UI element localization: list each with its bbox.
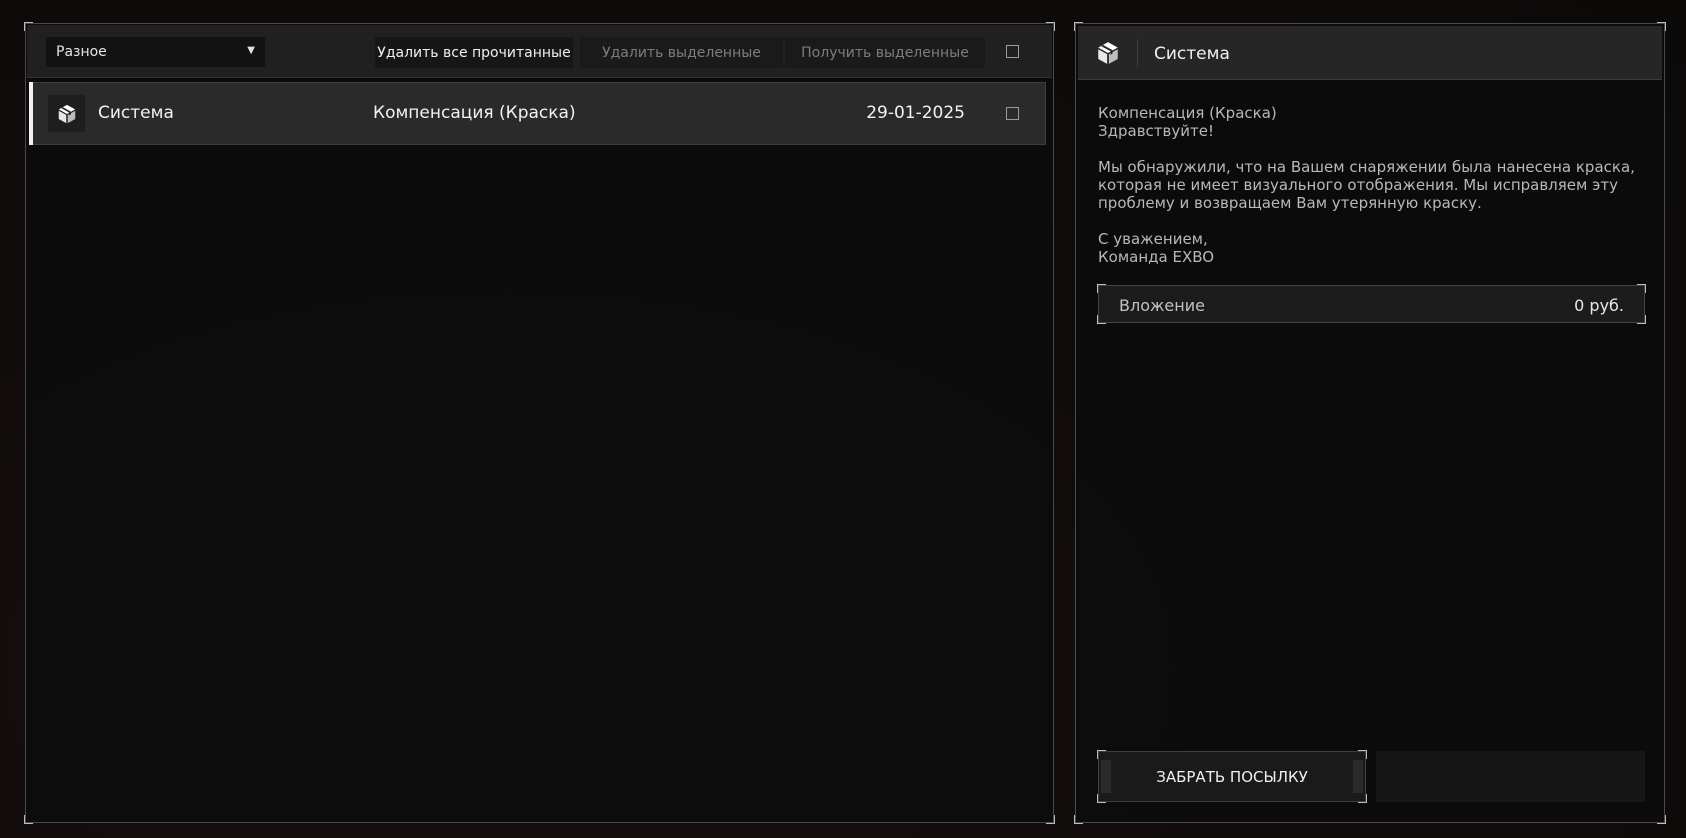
frame-corner: [1046, 815, 1055, 824]
mail-body-line: проблему и возвращаем Вам утерянную крас…: [1098, 194, 1482, 212]
mail-detail-panel: Система Компенсация (Краска) Здравствуйт…: [1074, 22, 1666, 824]
mail-list-item[interactable]: Система Компенсация (Краска) 29-01-2025: [29, 82, 1046, 145]
secondary-button-slot: [1376, 751, 1645, 802]
category-select[interactable]: Разное ▼: [46, 37, 265, 67]
divider: [1137, 39, 1138, 67]
button-edge: [1101, 760, 1111, 793]
package-icon: [48, 95, 85, 132]
mail-body-signoff: С уважением,: [1098, 230, 1208, 248]
delete-selected-button[interactable]: Удалить выделенные: [580, 37, 783, 68]
mail-detail-sender: Система: [1154, 44, 1230, 64]
frame-corner: [1657, 815, 1666, 824]
frame-corner: [1097, 794, 1106, 803]
frame-corner: [24, 815, 33, 824]
mail-list-panel: Разное ▼ Удалить все прочитанные Удалить…: [24, 22, 1055, 824]
claim-package-label: ЗАБРАТЬ ПОСЫЛКУ: [1156, 767, 1308, 786]
category-select-value: Разное: [56, 44, 107, 60]
claim-package-button[interactable]: ЗАБРАТЬ ПОСЫЛКУ: [1097, 750, 1367, 803]
delete-all-read-button[interactable]: Удалить все прочитанные: [375, 37, 573, 68]
frame-corner: [1074, 815, 1083, 824]
mail-body-greeting: Здравствуйте!: [1098, 122, 1214, 140]
mail-detail-header: Система: [1078, 26, 1662, 80]
mail-subject: Компенсация (Краска): [373, 103, 576, 123]
package-icon: [1094, 39, 1122, 67]
mail-toolbar: Разное ▼ Удалить все прочитанные Удалить…: [27, 25, 1052, 78]
frame-corner: [1358, 750, 1367, 759]
select-all-checkbox[interactable]: [1006, 45, 1019, 58]
frame-corner: [1097, 315, 1106, 324]
mail-select-checkbox[interactable]: [1006, 107, 1019, 120]
mail-body-line: Мы обнаружили, что на Вашем снаряжении б…: [1098, 158, 1635, 176]
selection-indicator: [29, 82, 33, 145]
attachment-value: 0 руб.: [1574, 296, 1624, 315]
chevron-down-icon: ▼: [247, 45, 255, 56]
attachment-label: Вложение: [1119, 296, 1205, 315]
mail-body: Компенсация (Краска) Здравствуйте! Мы об…: [1098, 104, 1658, 266]
frame-corner: [1097, 750, 1106, 759]
mail-body-signature: Команда EXBO: [1098, 248, 1215, 266]
attachment-box: Вложение 0 руб.: [1097, 284, 1646, 324]
frame-corner: [1637, 284, 1646, 293]
button-edge: [1353, 760, 1363, 793]
mail-body-line: которая не имеет визуального отображения…: [1098, 176, 1618, 194]
frame-corner: [1358, 794, 1367, 803]
frame-corner: [1637, 315, 1646, 324]
mail-date: 29-01-2025: [866, 103, 965, 123]
get-selected-button[interactable]: Получить выделенные: [785, 37, 985, 68]
mail-sender: Система: [98, 103, 174, 123]
mail-body-subject: Компенсация (Краска): [1098, 104, 1277, 122]
frame-corner: [1097, 284, 1106, 293]
